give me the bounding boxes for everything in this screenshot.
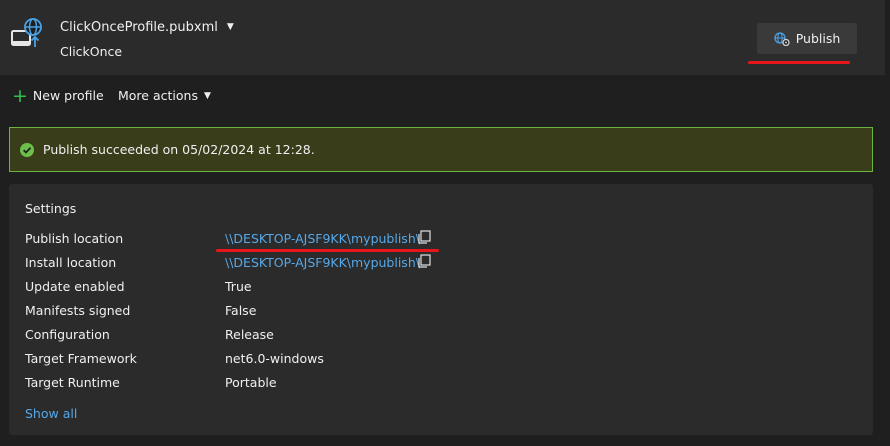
publish-location-link[interactable]: \\DESKTOP-AJSF9KK\mypublish\ [225, 231, 420, 246]
setting-label: Manifests signed [25, 303, 131, 318]
settings-row-configuration: Configuration Release [25, 327, 865, 347]
settings-row-publish-location: Publish location \\DESKTOP-AJSF9KK\mypub… [25, 229, 865, 251]
setting-value: Release [225, 327, 274, 342]
profile-selector[interactable]: ClickOnceProfile.pubxml ▼ [60, 20, 234, 35]
setting-label: Target Framework [25, 351, 137, 366]
chevron-down-icon: ▼ [203, 90, 211, 101]
settings-row-target-framework: Target Framework net6.0-windows [25, 351, 865, 371]
settings-row-install-location: Install location \\DESKTOP-AJSF9KK\mypub… [25, 253, 865, 275]
clickonce-profile-icon [11, 18, 42, 47]
install-location-link[interactable]: \\DESKTOP-AJSF9KK\mypublish\ [225, 255, 420, 270]
setting-label: Install location [25, 255, 117, 270]
setting-label: Update enabled [25, 279, 125, 294]
copy-icon[interactable] [416, 253, 432, 269]
setting-label: Target Runtime [25, 375, 120, 390]
setting-value: True [225, 279, 252, 294]
publish-button[interactable]: Publish [757, 23, 857, 54]
plus-icon: + [12, 84, 28, 107]
show-all-link[interactable]: Show all [25, 406, 77, 421]
setting-value: Portable [225, 375, 277, 390]
copy-icon[interactable] [416, 229, 432, 245]
setting-value: False [225, 303, 257, 318]
publish-status-banner: Publish succeeded on 05/02/2024 at 12:28… [9, 127, 873, 172]
publish-icon [774, 31, 790, 46]
publish-status-text: Publish succeeded on 05/02/2024 at 12:28… [43, 142, 315, 157]
settings-row-manifests-signed: Manifests signed False [25, 303, 865, 323]
profile-toolbar: + New profile More actions ▼ [0, 76, 890, 116]
more-actions-button[interactable]: More actions ▼ [118, 88, 211, 103]
new-profile-button[interactable]: + New profile [12, 84, 104, 107]
settings-title: Settings [25, 201, 77, 216]
profile-type: ClickOnce [60, 44, 123, 59]
setting-label: Configuration [25, 327, 110, 342]
setting-value: net6.0-windows [225, 351, 324, 366]
publish-underline-annotation [748, 61, 850, 64]
publish-location-underline-annotation [216, 249, 439, 252]
more-actions-label: More actions [118, 88, 198, 103]
new-profile-label: New profile [32, 88, 104, 103]
publish-button-label: Publish [795, 31, 841, 46]
settings-row-update-enabled: Update enabled True [25, 279, 865, 299]
success-check-icon [20, 142, 34, 157]
chevron-down-icon: ▼ [226, 22, 234, 32]
profile-name: ClickOnceProfile.pubxml [60, 20, 218, 35]
settings-panel: Settings Publish location \\DESKTOP-AJSF… [9, 184, 873, 435]
setting-label: Publish location [25, 231, 124, 246]
profile-header: ClickOnceProfile.pubxml ▼ ClickOnce Publi… [0, 0, 885, 75]
settings-row-target-runtime: Target Runtime Portable [25, 375, 865, 395]
